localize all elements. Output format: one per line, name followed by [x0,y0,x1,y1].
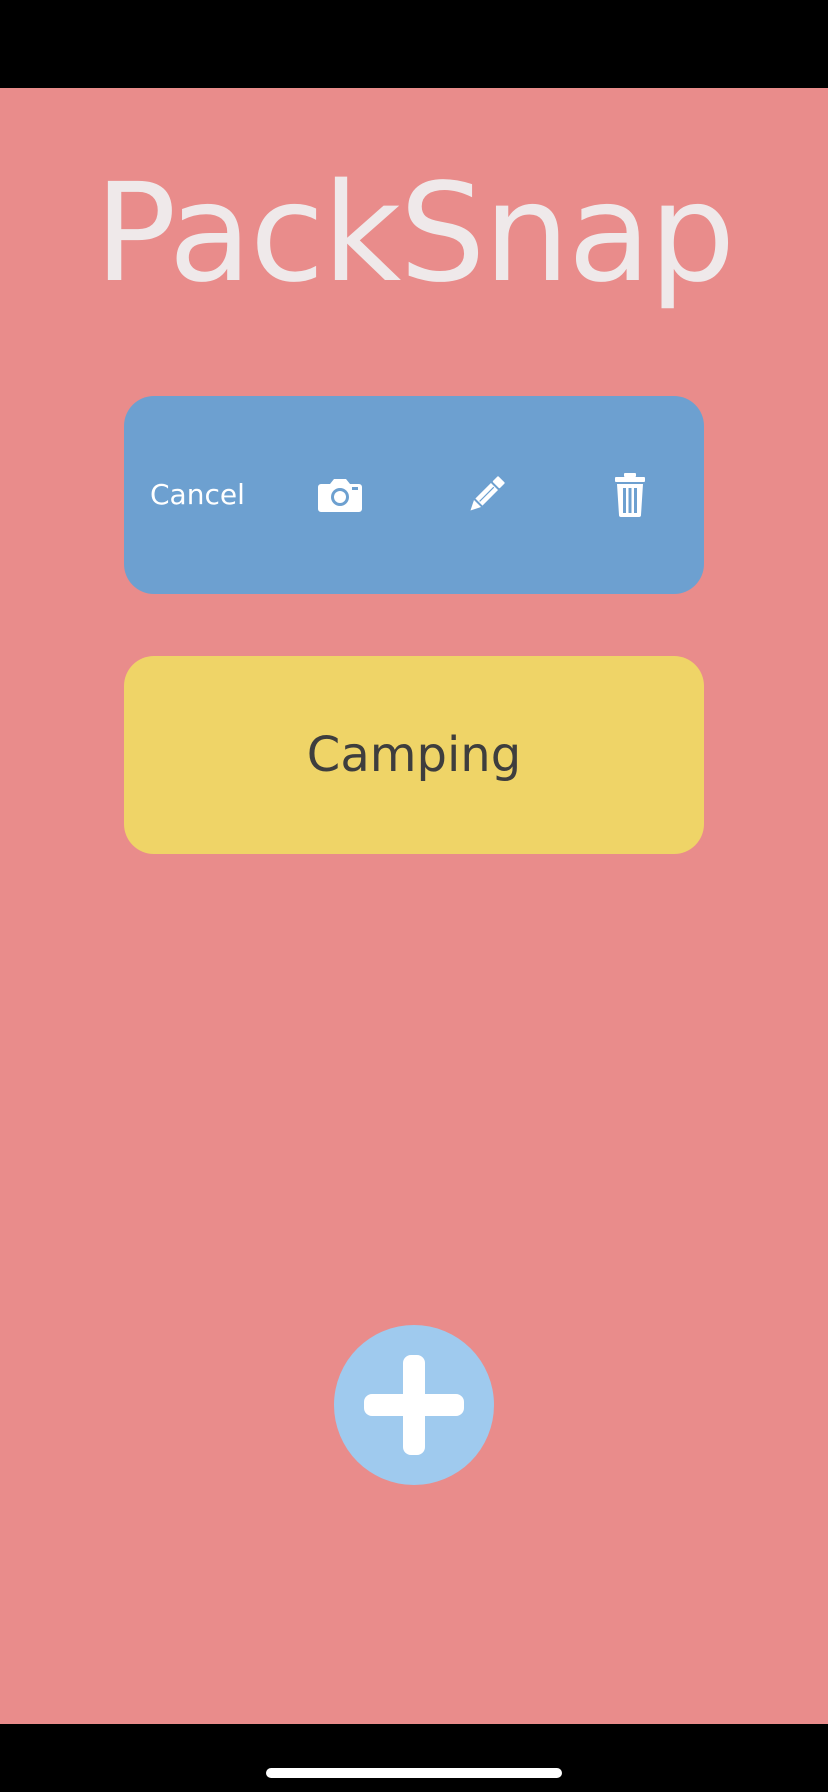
trash-icon[interactable] [605,470,655,520]
bottom-bar [0,1724,828,1792]
camera-icon[interactable] [315,470,365,520]
main-content: PackSnap Cancel Camping [0,88,828,1724]
pencil-icon[interactable] [461,470,511,520]
list-item-camping[interactable]: Camping [124,656,704,854]
list-actions-card: Cancel [124,396,704,594]
status-bar [0,0,828,88]
cancel-button[interactable]: Cancel [150,466,245,524]
home-indicator[interactable] [266,1768,562,1778]
list-item-label: Camping [306,727,522,783]
add-list-button[interactable] [334,1325,494,1485]
plus-icon [364,1355,464,1455]
app-title: PackSnap [94,155,736,313]
app-screen: PackSnap Cancel Camping [0,0,828,1792]
